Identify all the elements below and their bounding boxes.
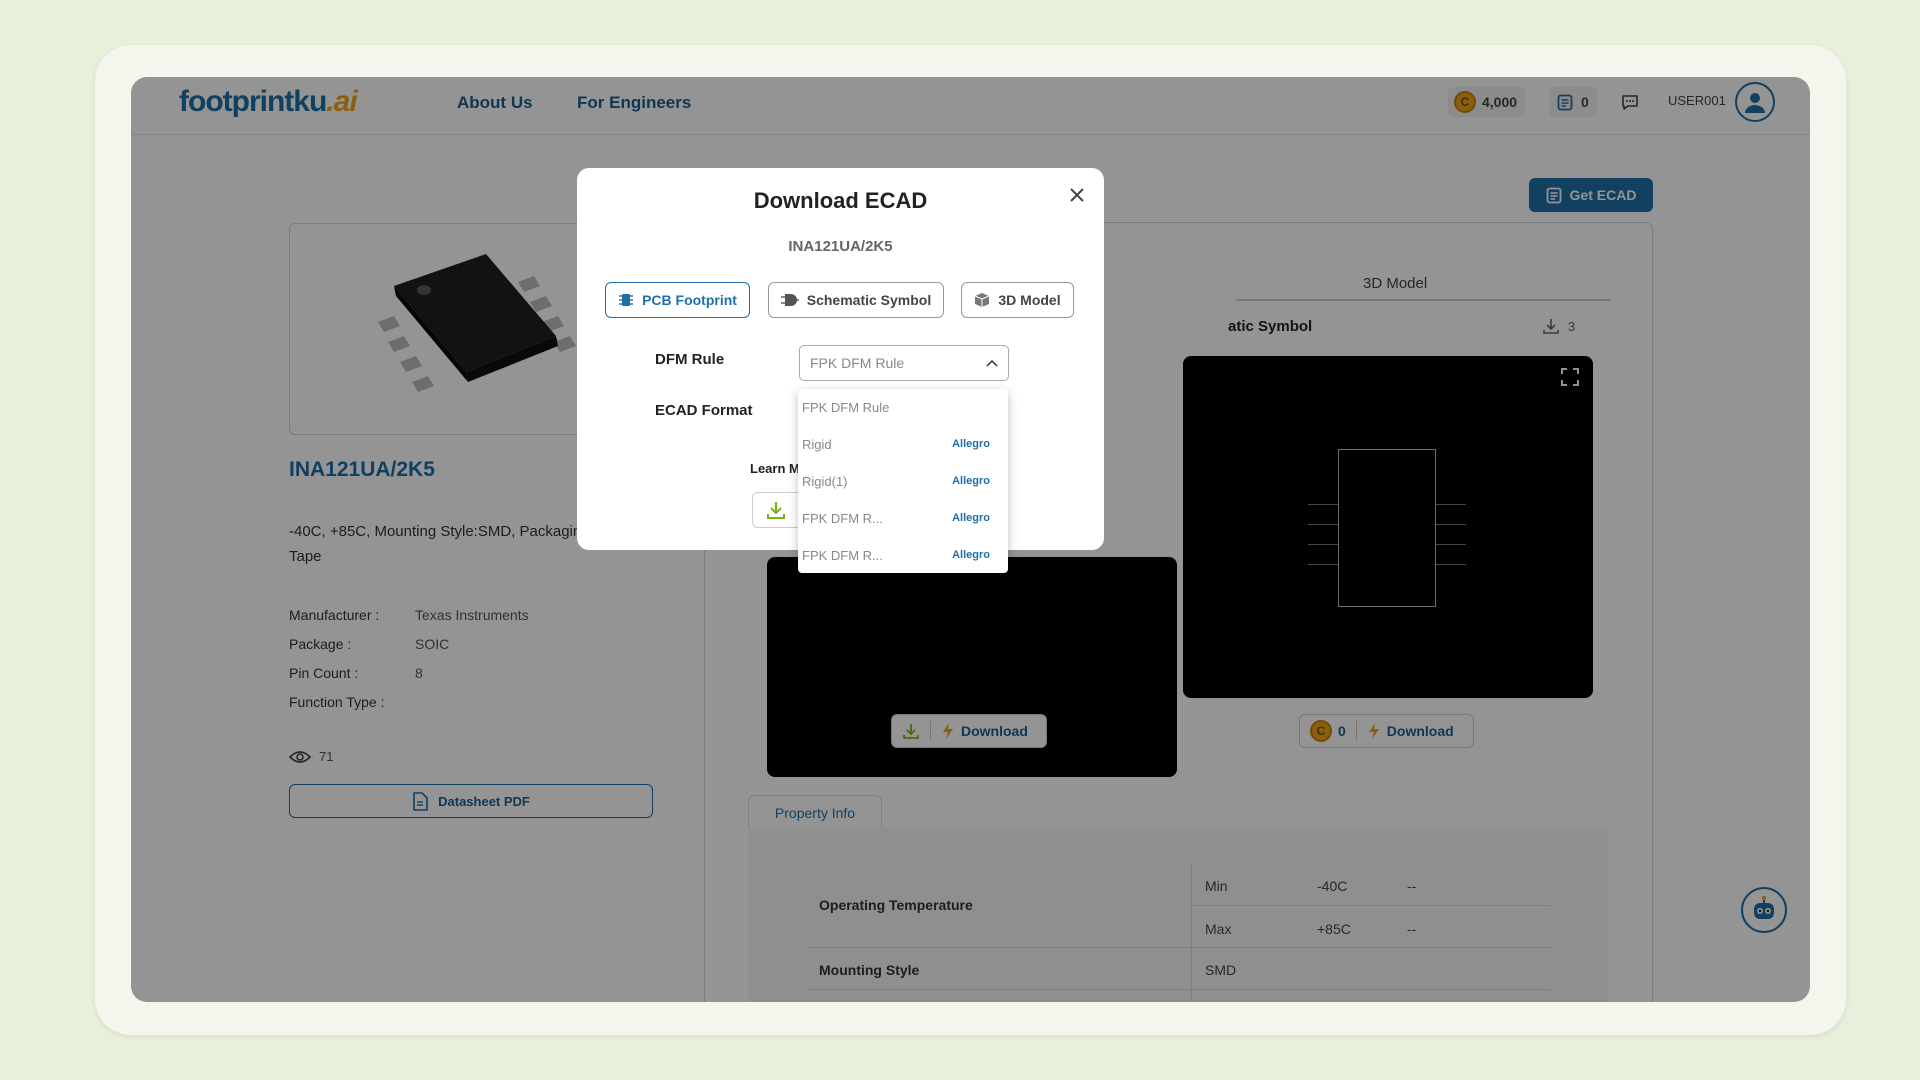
option-tag: Allegro <box>952 475 990 487</box>
dropdown-option[interactable]: FPK DFM Rule <box>798 389 1008 425</box>
option-tag: Allegro <box>952 512 990 524</box>
modal-title: Download ECAD <box>753 188 928 213</box>
dfm-rule-dropdown: FPK DFM Rule Rigid Allegro Rigid(1) Allegr… <box>798 389 1008 573</box>
download-icon <box>766 502 785 519</box>
dropdown-option[interactable]: Rigid Allegro <box>798 426 1008 462</box>
dfm-rule-label: DFM Rule <box>655 351 725 368</box>
option-label: FPK DFM R... <box>802 547 883 563</box>
chip-icon <box>619 294 634 306</box>
dfm-rule-select[interactable]: FPK DFM Rule <box>799 345 1009 381</box>
modal-download-button[interactable] <box>752 492 798 528</box>
option-tag: Allegro <box>952 549 990 561</box>
3d-model-label: 3D Model <box>998 292 1061 308</box>
schematic-symbol-label: Schematic Symbol <box>806 292 932 308</box>
learn-more-link[interactable]: Learn M <box>750 461 800 476</box>
ecad-format-label: ECAD Format <box>655 402 753 419</box>
option-label: FPK DFM R... <box>802 510 883 526</box>
3d-model-button[interactable]: 3D Model <box>961 282 1074 318</box>
cube-icon <box>975 293 990 307</box>
option-label: Rigid <box>802 436 832 452</box>
modal-part-number: INA121UA/2K5 <box>788 238 893 255</box>
option-label: Rigid(1) <box>802 473 848 489</box>
option-label: FPK DFM Rule <box>802 399 890 415</box>
close-icon[interactable] <box>1068 186 1086 204</box>
schematic-icon <box>780 294 799 306</box>
option-tag: Allegro <box>952 438 990 450</box>
pcb-footprint-button[interactable]: PCB Footprint <box>605 282 750 318</box>
dropdown-option[interactable]: FPK DFM R... Allegro <box>798 537 1008 573</box>
schematic-symbol-button[interactable]: Schematic Symbol <box>768 282 944 318</box>
dfm-rule-selected: FPK DFM Rule <box>810 355 905 371</box>
chevron-up-icon <box>986 359 998 367</box>
dropdown-option[interactable]: Rigid(1) Allegro <box>798 463 1008 499</box>
dropdown-option[interactable]: FPK DFM R... Allegro <box>798 500 1008 536</box>
pcb-footprint-label: PCB Footprint <box>642 292 737 308</box>
